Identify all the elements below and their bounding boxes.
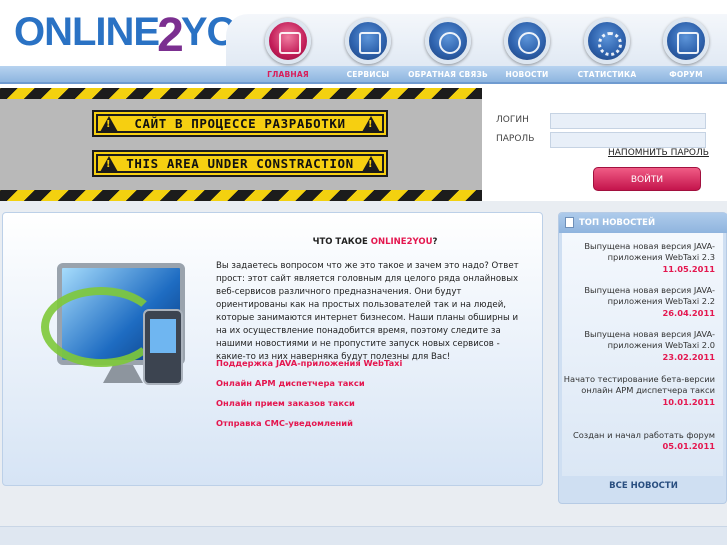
forum-icon (663, 18, 709, 64)
intro-title: ЧТО ТАКОЕ ONLINE2YOU? (312, 237, 438, 247)
password-label: ПАРОЛЬ (496, 134, 535, 144)
nav-item-home[interactable]: ГЛАВНАЯ (243, 18, 333, 79)
login-label: ЛОГИН (496, 115, 529, 125)
nav-label-feedback: ОБРАТНАЯ СВЯЗЬ (408, 70, 488, 79)
login-button[interactable]: ВОЙТИ (593, 167, 701, 191)
nav-label-services: СЕРВИСЫ (346, 70, 390, 79)
nav-item-feedback[interactable]: ОБРАТНАЯ СВЯЗЬ (403, 18, 493, 79)
password-field[interactable] (550, 132, 706, 148)
news-item[interactable]: Выпущена новая версия JAVA-приложения We… (562, 241, 715, 275)
intro-text: Вы задаетесь вопросом что же это такое и… (216, 261, 519, 362)
news-item[interactable]: Выпущена новая версия JAVA-приложения We… (562, 329, 715, 363)
main-content: ЧТО ТАКОЕ ONLINE2YOU? Вы задаетесь вопро… (2, 212, 543, 486)
login-field[interactable] (550, 113, 706, 129)
nav-item-forum[interactable]: ФОРУМ (641, 18, 727, 79)
construction-banner: САЙТ В ПРОЦЕССЕ РАЗРАБОТКИ THIS AREA UND… (0, 88, 482, 201)
pc-phone-sync-image (21, 257, 197, 405)
footer (0, 526, 727, 545)
warning-icon (362, 115, 380, 132)
warning-icon (362, 155, 380, 172)
link-sms-notifications[interactable]: Отправка СМС-уведомлений (216, 418, 353, 428)
nav-label-news: НОВОСТИ (505, 70, 549, 79)
link-online-orders[interactable]: Онлайн прием заказов такси (216, 398, 355, 408)
news-header: ТОП НОВОСТЕЙ (559, 213, 727, 233)
document-icon (565, 217, 574, 228)
news-item[interactable]: Выпущена новая версия JAVA-приложения We… (562, 285, 715, 319)
phone-graphic (143, 309, 183, 385)
hazard-stripe-top (0, 88, 482, 99)
all-news-link[interactable]: ВСЕ НОВОСТИ (559, 481, 727, 491)
warning-icon (100, 155, 118, 172)
login-form: ЛОГИН ПАРОЛЬ НАПОМНИТЬ ПАРОЛЬ ВОЙТИ (482, 88, 727, 201)
news-item[interactable]: Начато тестирование бета-версии онлайн А… (562, 374, 715, 408)
news-item[interactable]: Создан и начал работать форум 05.01.2011 (562, 430, 715, 453)
top-news-panel: ТОП НОВОСТЕЙ Выпущена новая версия JAVA-… (558, 212, 727, 504)
link-webtaxi-java[interactable]: Поддержка JAVA-приложения WebTaxi (216, 358, 402, 368)
home-icon (265, 18, 311, 64)
monitor-stand (103, 365, 143, 383)
nav-label-home: ГЛАВНАЯ (267, 70, 309, 79)
nav-label-stats: СТАТИСТИКА (577, 70, 637, 79)
stats-icon (584, 18, 630, 64)
news-title: ТОП НОВОСТЕЙ (579, 218, 656, 228)
services-icon (345, 18, 391, 64)
nav-item-stats[interactable]: СТАТИСТИКА (562, 18, 652, 79)
construction-sign-ru: САЙТ В ПРОЦЕССЕ РАЗРАБОТКИ (92, 110, 388, 137)
header: ONLINE2YOU ГЛАВНАЯ СЕРВИСЫ ОБРАТНАЯ СВЯЗ… (0, 0, 727, 88)
chat-icon (425, 18, 471, 64)
remind-password-link[interactable]: НАПОМНИТЬ ПАРОЛЬ (608, 148, 709, 158)
news-list: Выпущена новая версия JAVA-приложения We… (562, 233, 723, 476)
nav-item-news[interactable]: НОВОСТИ (482, 18, 572, 79)
warning-icon (100, 115, 118, 132)
nav-item-services[interactable]: СЕРВИСЫ (323, 18, 413, 79)
link-dispatcher-arm[interactable]: Онлайн АРМ диспетчера такси (216, 378, 365, 388)
construction-sign-en: THIS AREA UNDER CONSTRACTION (92, 150, 388, 177)
nav-label-forum: ФОРУМ (669, 70, 703, 79)
news-icon (504, 18, 550, 64)
hazard-stripe-bottom (0, 190, 482, 201)
